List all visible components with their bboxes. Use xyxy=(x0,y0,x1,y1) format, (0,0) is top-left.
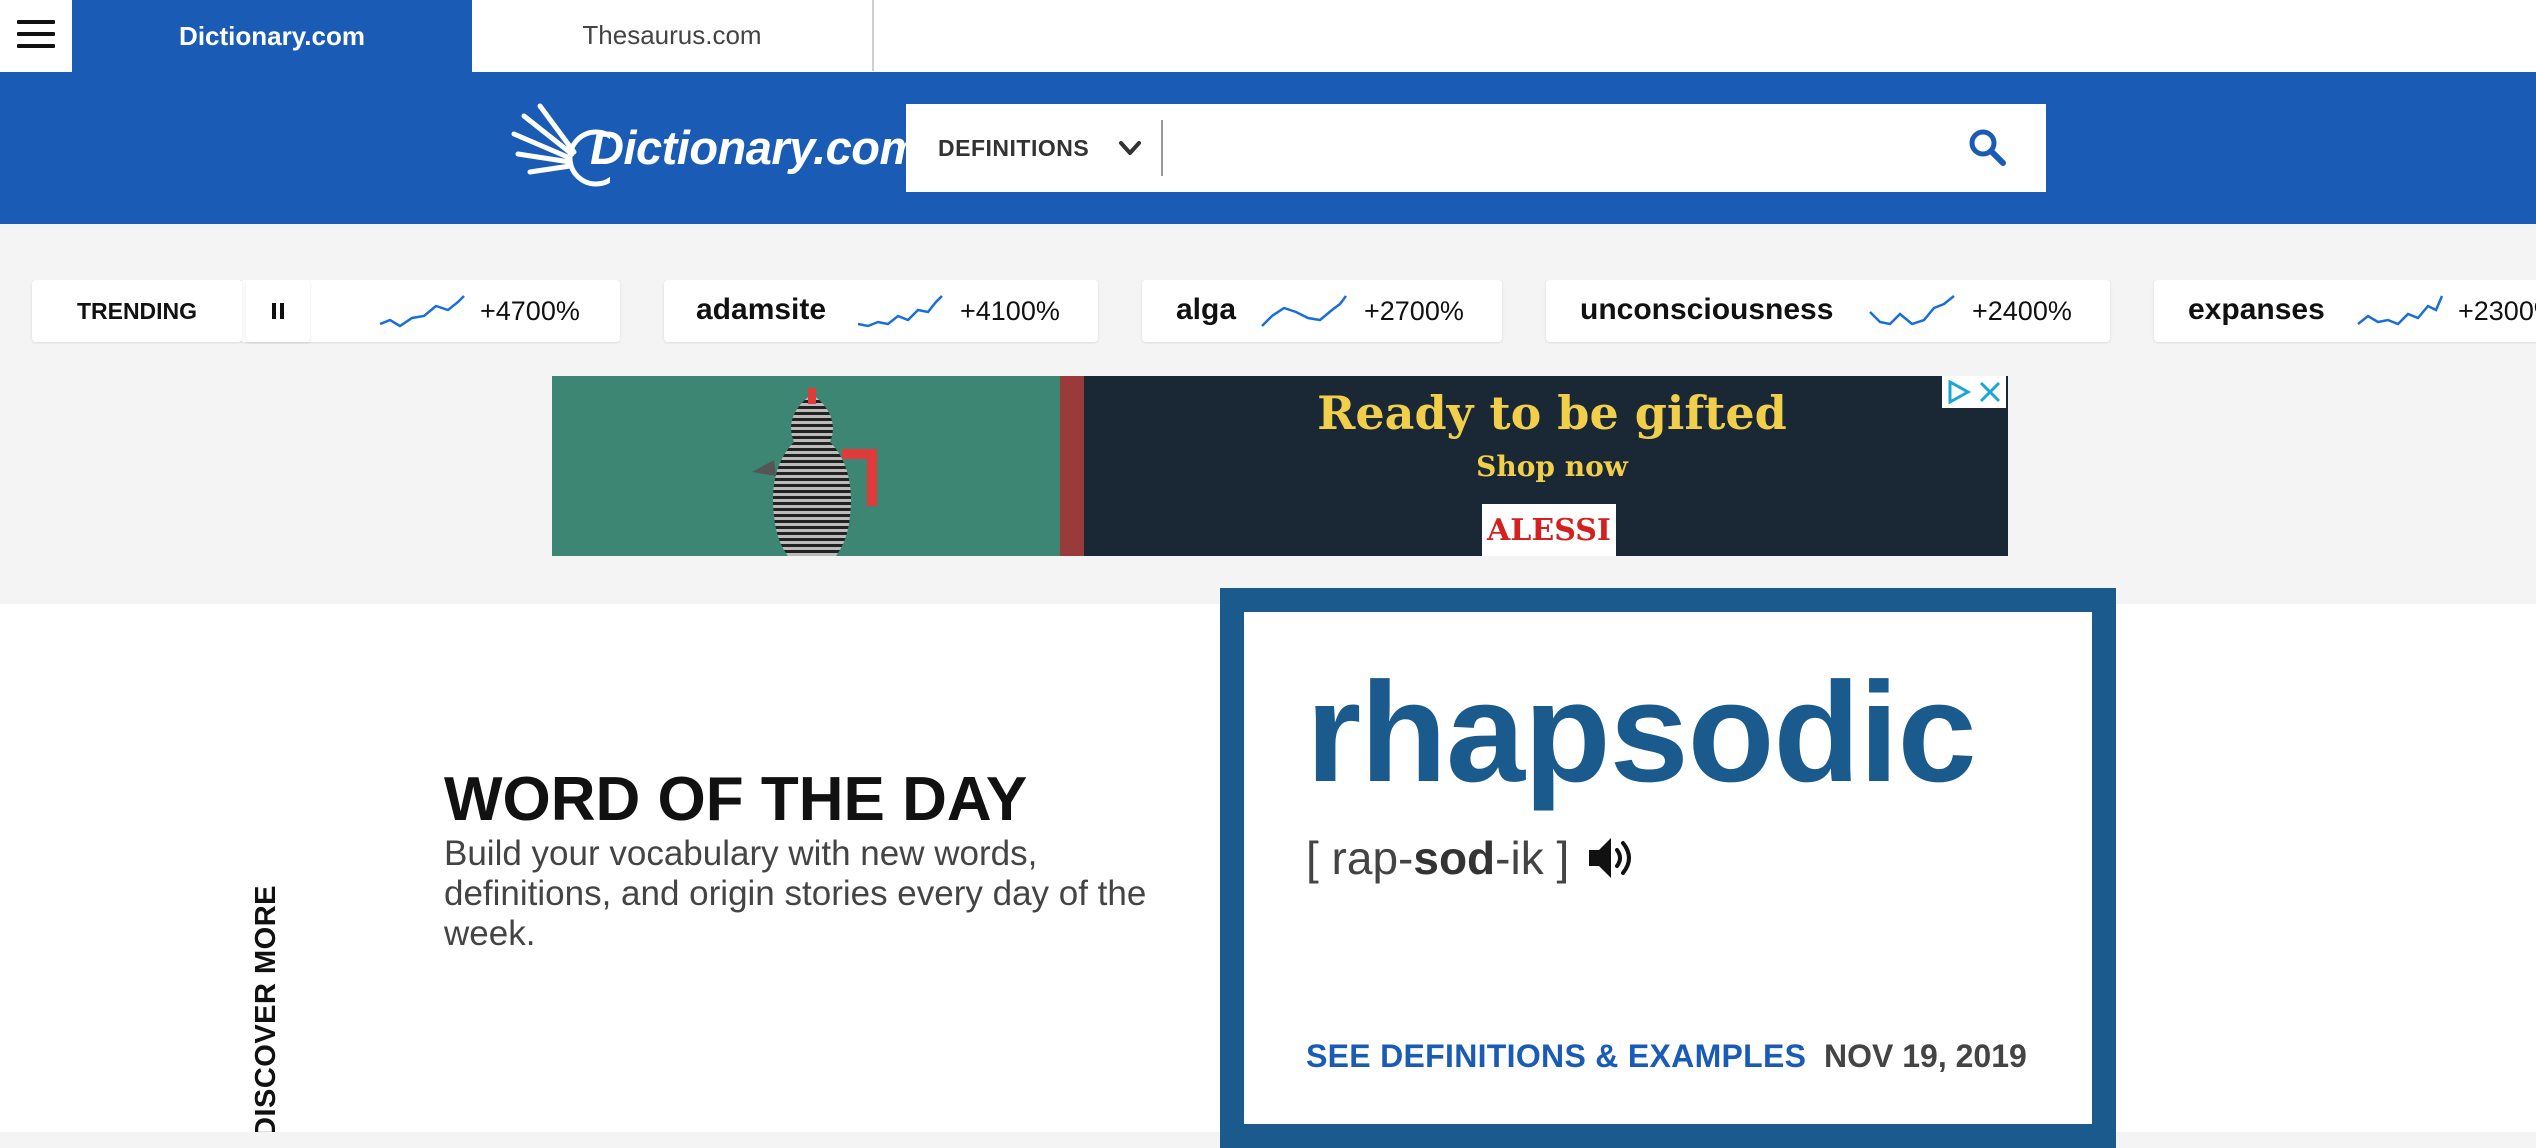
search-bar: DEFINITIONS xyxy=(906,104,2046,192)
close-icon[interactable] xyxy=(1974,376,2006,408)
speaker-icon[interactable] xyxy=(1583,830,1639,886)
section-divider xyxy=(0,1132,1220,1148)
sparkline-icon xyxy=(1261,295,1347,327)
trending-item[interactable]: alga +2700% xyxy=(1142,280,1502,342)
ad-brand-logo: ALESSI xyxy=(1482,504,1616,556)
trending-item[interactable]: expanses +2300% xyxy=(2154,280,2536,342)
ad-choices-icon[interactable] xyxy=(1942,376,1974,408)
site-logo[interactable]: Dictionary.com xyxy=(510,102,921,192)
trending-change: +4100% xyxy=(960,296,1060,326)
search-divider xyxy=(1161,120,1163,176)
site-header: Dictionary.com DEFINITIONS xyxy=(0,72,2536,224)
trending-word: expanses xyxy=(2188,293,2325,326)
sparkline-icon xyxy=(857,295,943,328)
trending-change: +2700% xyxy=(1364,296,1464,326)
trending-section: TRENDING nal +4700% adamsite +4100% alga… xyxy=(0,224,2536,604)
wotd-card: rhapsodic [ rap-sod -ik ] SEE DEFINITIONS… xyxy=(1220,588,2116,1148)
pron-stress: sod xyxy=(1413,832,1496,884)
wotd-description: Build your vocabulary with new words, de… xyxy=(444,834,1147,953)
sparkline-icon xyxy=(1869,295,1955,326)
trending-change: +2400% xyxy=(1972,296,2072,326)
logo-text: Dictionary.com xyxy=(590,121,921,174)
trending-word: alga xyxy=(1176,293,1237,326)
pause-button[interactable] xyxy=(246,280,310,342)
trending-change: +2300% xyxy=(2458,296,2536,326)
search-mode-label: DEFINITIONS xyxy=(938,134,1090,161)
pron-close: -ik ] xyxy=(1495,832,1570,884)
pronunciation: [ rap-sod -ik ] xyxy=(1306,830,1639,886)
ad-headline: Ready to be gifted xyxy=(1317,386,1787,440)
wotd-heading: WORD OF THE DAY xyxy=(444,765,1028,834)
discover-more-label: DISCOVER MORE xyxy=(250,884,282,1138)
tab-dictionary[interactable]: Dictionary.com xyxy=(72,0,472,72)
wotd-word[interactable]: rhapsodic xyxy=(1306,662,1977,804)
section-divider xyxy=(2116,1132,2536,1148)
pron-open: [ rap- xyxy=(1306,832,1414,884)
ad-cta[interactable]: Shop now xyxy=(1476,450,1628,483)
ad-divider xyxy=(1060,376,1084,556)
see-definitions-link[interactable]: SEE DEFINITIONS & EXAMPLES xyxy=(1306,1038,1806,1075)
ad-choices[interactable] xyxy=(1942,376,2006,408)
trending-item[interactable]: unconsciousness +2400% xyxy=(1546,280,2110,342)
trending-change: +4700% xyxy=(480,296,580,326)
ad-product-image xyxy=(552,376,1082,556)
coffee-pot-image xyxy=(752,388,877,556)
trending-label: TRENDING xyxy=(32,280,242,342)
wotd-card-inner: rhapsodic [ rap-sod -ik ] SEE DEFINITIONS… xyxy=(1244,612,2092,1124)
trending-word: unconsciousness xyxy=(1580,293,1834,326)
search-input[interactable] xyxy=(1166,112,1850,186)
hamburger-menu-icon[interactable] xyxy=(0,0,72,72)
advertisement-banner[interactable]: Ready to be gifted Shop now ALESSI xyxy=(552,376,2008,556)
trending-strip: TRENDING nal +4700% adamsite +4100% alga… xyxy=(0,280,2536,344)
search-mode-dropdown[interactable]: DEFINITIONS xyxy=(906,104,1161,192)
sparkline-icon xyxy=(2357,295,2444,326)
wotd-date: NOV 19, 2019 xyxy=(1824,1038,2027,1074)
search-icon[interactable] xyxy=(1966,126,2010,170)
trending-item[interactable]: adamsite +4100% xyxy=(664,280,1098,342)
top-tab-bar: Dictionary.com Thesaurus.com xyxy=(0,0,2536,72)
chevron-down-icon xyxy=(1119,141,1141,155)
pause-icon xyxy=(272,303,284,319)
tab-thesaurus[interactable]: Thesaurus.com xyxy=(472,0,874,71)
sparkline-icon xyxy=(379,295,465,328)
trending-word: adamsite xyxy=(696,293,827,326)
